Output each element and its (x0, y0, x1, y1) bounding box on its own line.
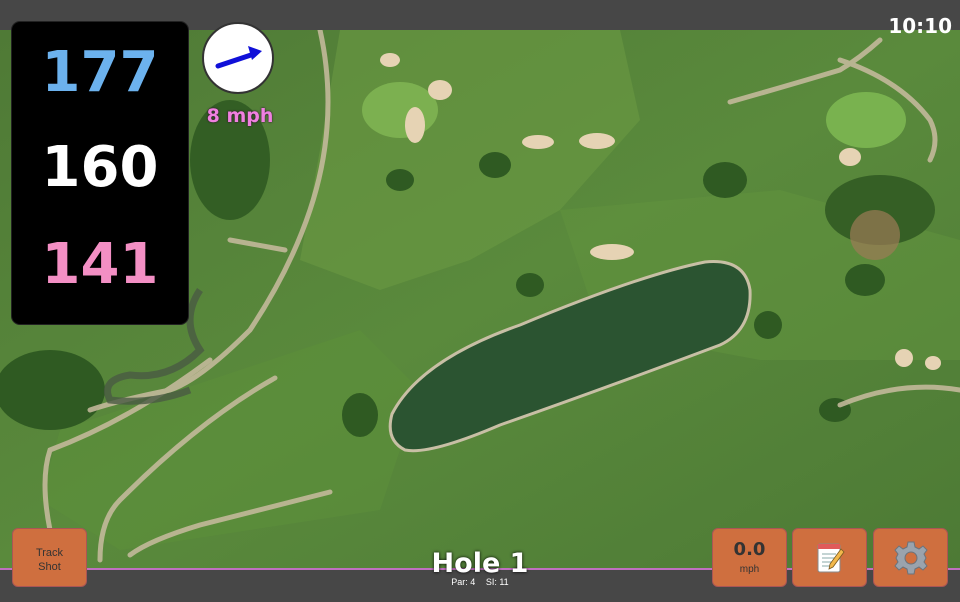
distance-middle: 160 (41, 135, 159, 200)
hole-info: Par: 4 SI: 11 (400, 577, 560, 587)
hole-par: Par: 4 (451, 577, 476, 587)
speed-button[interactable]: 0.0 mph (712, 528, 787, 587)
distance-front: 141 (41, 232, 159, 297)
speed-unit: mph (739, 564, 760, 575)
scorecard-notepad-icon (817, 543, 845, 573)
track-shot-button[interactable]: Track Shot (12, 528, 87, 587)
distance-panel: 177 160 141 (12, 22, 188, 324)
speed-value: 0.0 (733, 539, 766, 560)
hole-stroke-index: SI: 11 (485, 577, 509, 587)
track-shot-label-line1: Track (35, 547, 64, 559)
wind-direction-indicator (202, 22, 274, 94)
settings-gear-icon (893, 541, 928, 575)
track-shot-label-line2: Shot (38, 561, 61, 573)
distance-back: 177 (41, 40, 159, 105)
hole-title: Hole 1 (431, 548, 529, 579)
settings-button[interactable] (873, 528, 948, 587)
wind-arrow-icon (215, 46, 262, 69)
scorecard-button[interactable] (792, 528, 867, 587)
wind-speed: 8 mph (206, 105, 274, 127)
clock: 10:10 (888, 14, 952, 38)
